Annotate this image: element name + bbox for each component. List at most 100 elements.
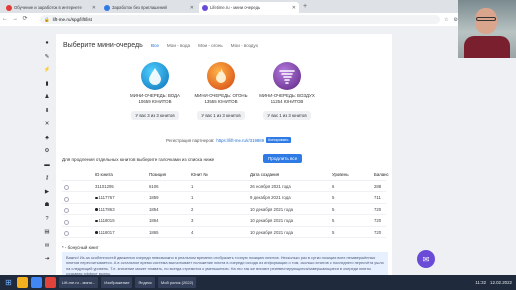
browser-tab-strip: Обучение и заработок в интернете ✕ Зараб… bbox=[0, 0, 516, 13]
table-row[interactable]: 1118015 1864 3 10 декабря 2021 года 5 72… bbox=[62, 215, 386, 227]
settings-icon[interactable]: ⚙ bbox=[45, 146, 50, 157]
person-glasses bbox=[476, 17, 496, 21]
tab-title: Lifetime.ru - мини очередь bbox=[210, 5, 261, 10]
windows-start-icon[interactable]: ⊞ bbox=[3, 277, 14, 288]
table-row[interactable]: 1117863 1854 2 10 декабря 2021 года 5 72… bbox=[62, 204, 386, 216]
back-arrow-icon[interactable]: ← bbox=[0, 13, 10, 26]
row-select-radio[interactable] bbox=[64, 204, 69, 216]
tray-date: 12.02.2022 bbox=[490, 280, 512, 285]
tab-close-icon[interactable]: ✕ bbox=[292, 5, 296, 11]
queue-count: 10659 ЮНИТОВ bbox=[138, 98, 172, 104]
card-icon[interactable]: ▬ bbox=[44, 160, 50, 171]
table-row[interactable]: 31101295 6106 1 26 ноября 2021 года 6 28… bbox=[62, 181, 386, 193]
chat-icon[interactable]: ✉ bbox=[45, 241, 50, 252]
tab-close-icon[interactable]: ✕ bbox=[190, 5, 194, 11]
table-row[interactable]: 1118017 1865 4 10 декабря 2021 года 5 72… bbox=[62, 227, 386, 239]
filter-water[interactable]: Мои - вода bbox=[167, 43, 190, 48]
browser-tab-2[interactable]: Заработок без приглашений ✕ bbox=[101, 2, 197, 13]
water-drop-icon bbox=[141, 62, 169, 90]
clipboard-icon[interactable]: ▤ bbox=[44, 227, 49, 238]
taskbar-task[interactable]: Яндекс bbox=[135, 277, 155, 288]
reload-icon[interactable]: ⟳ bbox=[20, 13, 30, 26]
unit-balance: 288 bbox=[374, 183, 382, 189]
unit-level: 5 bbox=[332, 206, 335, 212]
unit-id-cell: 1118015 bbox=[95, 215, 115, 227]
bonus-dot-icon bbox=[95, 231, 98, 234]
taskbar-task[interactable]: Lift-me.ru - мини... bbox=[59, 277, 99, 288]
table-row[interactable]: 1117767 1859 1 9 декабря 2021 года 5 711 bbox=[62, 192, 386, 204]
chrome-icon[interactable] bbox=[31, 277, 42, 288]
browser-tab-3[interactable]: Lifetime.ru - мини очередь ✕ bbox=[199, 2, 299, 13]
unit-id-cell: 1118017 bbox=[95, 227, 115, 239]
filter-air[interactable]: Мои - воздух bbox=[231, 43, 258, 48]
group-icon[interactable]: ☗ bbox=[45, 200, 50, 211]
unit-level: 5 bbox=[332, 218, 335, 223]
row-select-radio[interactable] bbox=[64, 215, 69, 227]
queue-water[interactable]: МИНИ-ОЧЕРЕДЬ: ВОДА 10659 ЮНИТОВ У вас 3 … bbox=[126, 62, 184, 122]
chat-bubble-icon[interactable]: ✉ bbox=[417, 250, 435, 268]
unit-balance: 720 bbox=[374, 206, 382, 212]
row-select-radio[interactable] bbox=[64, 181, 69, 193]
extend-instructions: Для продления отдельных юнитов выберите … bbox=[62, 157, 215, 162]
unit-id: 1118017 bbox=[98, 229, 115, 235]
taskbar: ⊞ Lift-me.ru - мини... Изображение Яндек… bbox=[0, 275, 516, 290]
explorer-icon[interactable] bbox=[17, 277, 28, 288]
page-viewport: ● ✎ ⚡ ▮ ♟ ⬇ ✕ ♣ ⚙ ▬ ⚷ ▶ ☗ ? ▤ ✉ ⇥ Выбери… bbox=[0, 26, 516, 280]
queue-count: 13555 ЮНИТОВ bbox=[204, 98, 238, 104]
person-shirt bbox=[464, 36, 510, 58]
tab-favicon bbox=[202, 4, 208, 11]
unit-id-cell: 1117863 bbox=[95, 204, 115, 216]
tab-favicon bbox=[104, 4, 110, 11]
filter-all[interactable]: Все bbox=[151, 43, 159, 48]
browser-toolbar: ← → ⟳ 🔒 lift-me.ru/spg/lift/list ☆ ⚙ ⋮ bbox=[0, 13, 516, 26]
bonus-footnote: * - бонусный юнит bbox=[62, 245, 99, 250]
queue-fire[interactable]: МИНИ-ОЧЕРЕДЬ: ОГОНЬ 13555 ЮНИТОВ У вас 1… bbox=[192, 62, 250, 122]
unit-date: 10 декабря 2021 года bbox=[250, 218, 293, 223]
unit-balance: 720 bbox=[374, 229, 382, 235]
lock-icon: 🔒 bbox=[44, 16, 50, 22]
taskbar-task[interactable]: Мой ролик (2022) bbox=[157, 277, 197, 288]
page-title: Выберите мини-очередь bbox=[63, 42, 143, 49]
unit-number: 2 bbox=[191, 206, 194, 212]
header-date: Дата создания bbox=[250, 172, 280, 177]
unit-number: 3 bbox=[191, 218, 194, 223]
extend-all-button[interactable]: Продлить все bbox=[263, 154, 303, 163]
row-select-radio[interactable] bbox=[64, 192, 69, 204]
copy-link-button[interactable]: Копировать bbox=[266, 137, 291, 143]
person-head bbox=[475, 8, 497, 34]
flame-icon bbox=[207, 62, 235, 90]
forward-arrow-icon[interactable]: → bbox=[10, 13, 20, 26]
bonus-dot-icon bbox=[95, 219, 98, 223]
star-icon[interactable]: ☆ bbox=[444, 17, 448, 23]
unit-position: 6106 bbox=[149, 183, 159, 189]
mic-icon[interactable]: ▮ bbox=[45, 79, 48, 90]
user-icon[interactable]: ♟ bbox=[45, 92, 50, 103]
queue-card: Выберите мини-очередь Все Мои - вода Мои… bbox=[56, 34, 392, 280]
question-icon[interactable]: ? bbox=[45, 214, 48, 225]
taskbar-task[interactable]: Изображение bbox=[101, 277, 133, 288]
video-icon[interactable]: ▶ bbox=[45, 187, 49, 198]
address-bar[interactable]: 🔒 lift-me.ru/spg/lift/list bbox=[40, 15, 440, 24]
users-icon[interactable]: ♣ bbox=[45, 133, 49, 144]
new-tab-plus-icon[interactable]: + bbox=[303, 2, 307, 11]
queue-name: МИНИ-ОЧЕРЕДЬ: ОГОНЬ bbox=[194, 93, 248, 98]
edit-icon[interactable]: ✎ bbox=[45, 52, 50, 63]
flash-icon[interactable]: ⚡ bbox=[44, 65, 51, 76]
browser-tab-1[interactable]: Обучение и заработок в интернете ✕ bbox=[3, 2, 99, 13]
yandex-icon[interactable] bbox=[45, 277, 56, 288]
header-level: Уровень bbox=[332, 172, 349, 177]
tab-close-icon[interactable]: ✕ bbox=[92, 5, 96, 11]
registration-link[interactable]: https://lift-me.ru/r/319889 bbox=[216, 138, 264, 143]
queue-air[interactable]: МИНИ-ОЧЕРЕДЬ: ВОЗДУХ 11254 ЮНИТОВ У вас … bbox=[258, 62, 316, 122]
unit-position: 1864 bbox=[149, 218, 159, 223]
close-icon[interactable]: ✕ bbox=[45, 119, 50, 130]
download-icon[interactable]: ⬇ bbox=[45, 106, 50, 117]
row-select-radio[interactable] bbox=[64, 227, 69, 239]
unit-number: 4 bbox=[191, 229, 194, 235]
units-table: ID юнита Позиция Юнит № Дата создания Ур… bbox=[62, 169, 389, 239]
key-icon[interactable]: ⚷ bbox=[45, 173, 49, 184]
logout-icon[interactable]: ⇥ bbox=[45, 254, 50, 265]
home-icon[interactable]: ● bbox=[45, 38, 48, 49]
filter-fire[interactable]: Мои - огонь bbox=[198, 43, 223, 48]
system-tray: 11:32 12.02.2022 bbox=[475, 275, 512, 290]
